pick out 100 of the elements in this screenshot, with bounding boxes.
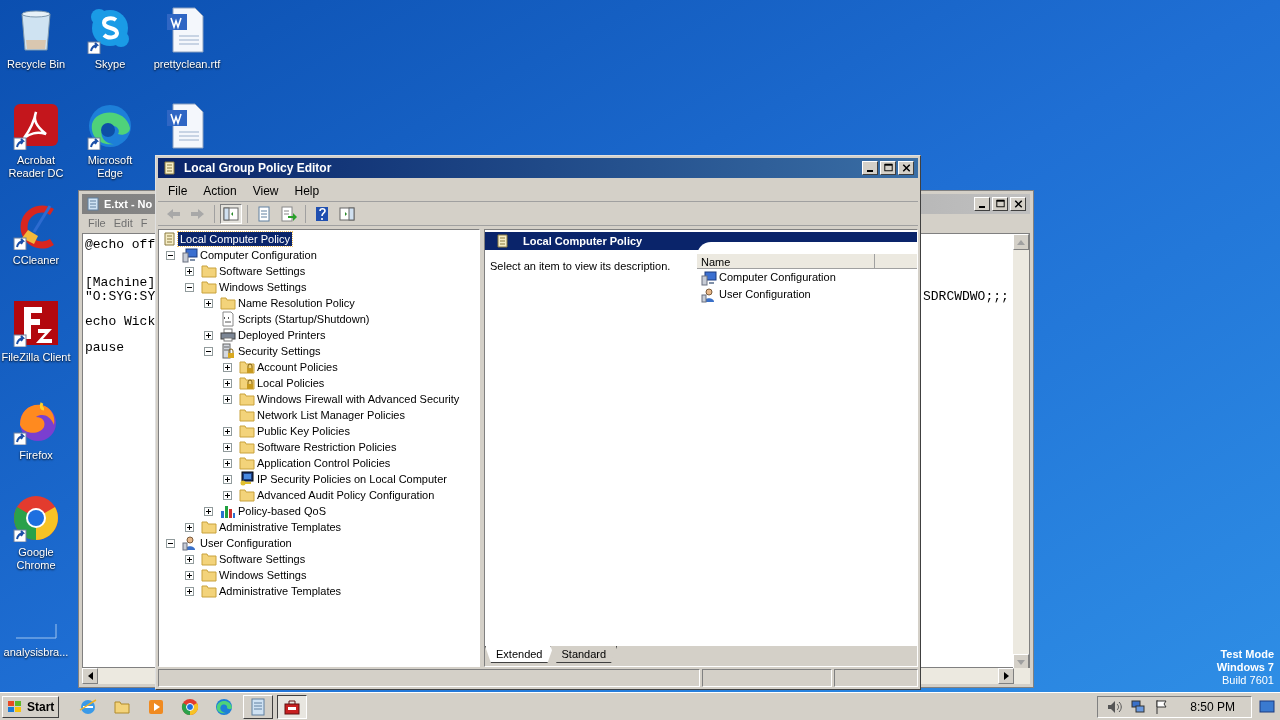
toolbox-button[interactable] [277,694,308,719]
tree-item[interactable]: Network List Manager Policies [255,408,407,422]
ring-icon[interactable] [12,494,60,542]
expander-box[interactable] [166,250,175,260]
notice-text: Test Mode [1220,648,1274,661]
notepad-button[interactable] [243,694,274,719]
list-item[interactable]: Computer Configuration [719,269,836,286]
close-button[interactable] [898,161,914,175]
icon-label[interactable]: Firefox [19,449,53,462]
expander-box[interactable] [223,474,232,484]
folder-icon [201,583,217,599]
tree-item[interactable]: Advanced Audit Policy Configuration [255,488,437,502]
left-arrow-icon [87,672,93,680]
tree-item[interactable]: Local Policies [255,376,327,390]
icon-label[interactable]: Google Chrome [0,546,72,572]
help-icon [314,205,330,222]
tree-item[interactable]: Windows Settings [217,280,309,294]
tree-item[interactable]: Windows Firewall with Advanced Security [255,392,462,406]
expander-box[interactable] [223,442,232,452]
tree-item[interactable]: Administrative Templates [217,584,344,598]
tree-item[interactable]: Policy-based QoS [236,504,329,518]
tree-item[interactable]: IP Security Policies on Local Computer [255,472,449,486]
up-arrow-icon [1017,239,1025,245]
expander-box[interactable] [204,346,213,356]
export-list-button[interactable] [278,203,300,224]
minimize-button[interactable] [974,197,990,211]
wave-icon[interactable] [86,102,134,150]
tree-item[interactable]: Windows Settings [217,568,309,582]
scroll-icon [162,160,178,176]
tree-item[interactable]: Software Settings [217,264,308,278]
menu-item[interactable]: View [246,181,285,200]
minimize-button[interactable] [862,161,878,175]
expander-box[interactable] [223,458,232,468]
scrollbar[interactable] [1013,234,1029,670]
text-line: "O:SYG:SY [85,290,156,303]
pane-icon [223,205,239,222]
tree-item[interactable]: Software Restriction Policies [255,440,399,454]
view-tab[interactable]: Standard [550,646,618,663]
scroll-right-button[interactable] [998,668,1014,684]
icon-label[interactable]: analysisbra... [3,646,69,659]
icon-label[interactable]: Acrobat Reader DC [0,154,72,180]
tree-item[interactable]: Public Key Policies [255,424,352,438]
expander-box[interactable] [223,394,232,404]
expander-box[interactable] [185,554,194,564]
tree-item[interactable]: Account Policies [255,360,340,374]
expander-box[interactable] [223,490,232,500]
scroll-up-button[interactable] [1013,234,1029,250]
icon-label[interactable]: Microsoft Edge [74,154,146,180]
expander-box[interactable] [185,570,194,580]
icon-label[interactable]: Recycle Bin [6,58,66,71]
folder-icon [201,519,217,535]
app-tile-icon[interactable] [12,299,60,347]
window-title: Local Group Policy Editor [184,160,332,177]
expander-box[interactable] [204,330,213,340]
expander-box[interactable] [185,522,194,532]
menu-item[interactable]: Help [288,181,326,200]
tree-item[interactable]: Scripts (Startup/Shutdown) [236,312,372,326]
close-button[interactable] [1010,197,1026,211]
monitor-key-icon [239,471,255,487]
network-icon[interactable] [1130,698,1147,715]
bar-graph-icon [220,503,236,519]
expander-box[interactable] [185,266,194,276]
expander-box[interactable] [223,362,232,372]
list-item[interactable]: User Configuration [719,286,811,303]
minimize-icon [979,206,985,208]
expander-box[interactable] [185,282,194,292]
icon-label[interactable]: CCleaner [12,254,60,267]
start-button[interactable]: Start [2,695,60,718]
icon-label[interactable]: FileZilla Client [1,351,71,364]
menu-item[interactable]: File [162,181,194,200]
expander-box[interactable] [204,298,213,308]
tree-item[interactable]: User Configuration [198,536,294,550]
tree-item[interactable]: Software Settings [217,552,308,566]
icon-label[interactable]: prettyclean.rtf [153,58,221,71]
maximize-button[interactable] [992,197,1008,211]
expander-box[interactable] [185,586,194,596]
tree-item[interactable]: Administrative Templates [217,520,344,534]
folder-icon [239,423,255,439]
window-title: E.txt - No [104,196,153,212]
tree-item[interactable]: Local Computer Policy [178,232,293,246]
printer-icon [220,327,236,343]
expander-box[interactable] [223,378,232,388]
user-icon [701,286,717,303]
notepad-icon [249,697,268,716]
expander-box[interactable] [204,506,213,516]
tree-item[interactable]: Computer Configuration [198,248,319,262]
view-tab[interactable]: Extended [485,646,554,663]
expander-box[interactable] [166,538,175,548]
tree-item[interactable]: Deployed Printers [236,328,328,342]
scroll-left-button[interactable] [82,668,98,684]
maximize-button[interactable] [880,161,896,175]
menu-item[interactable]: Action [197,181,243,200]
app-tile-icon[interactable] [12,102,60,150]
tree-item[interactable]: Security Settings [236,344,323,358]
tree-item[interactable]: Name Resolution Policy [236,296,357,310]
pane-button[interactable] [220,203,242,224]
icon-label[interactable]: Skype [94,58,126,71]
expander-box[interactable] [223,426,232,436]
tree-item[interactable]: Application Control Policies [255,456,393,470]
text-line: [Machine] [85,276,156,289]
